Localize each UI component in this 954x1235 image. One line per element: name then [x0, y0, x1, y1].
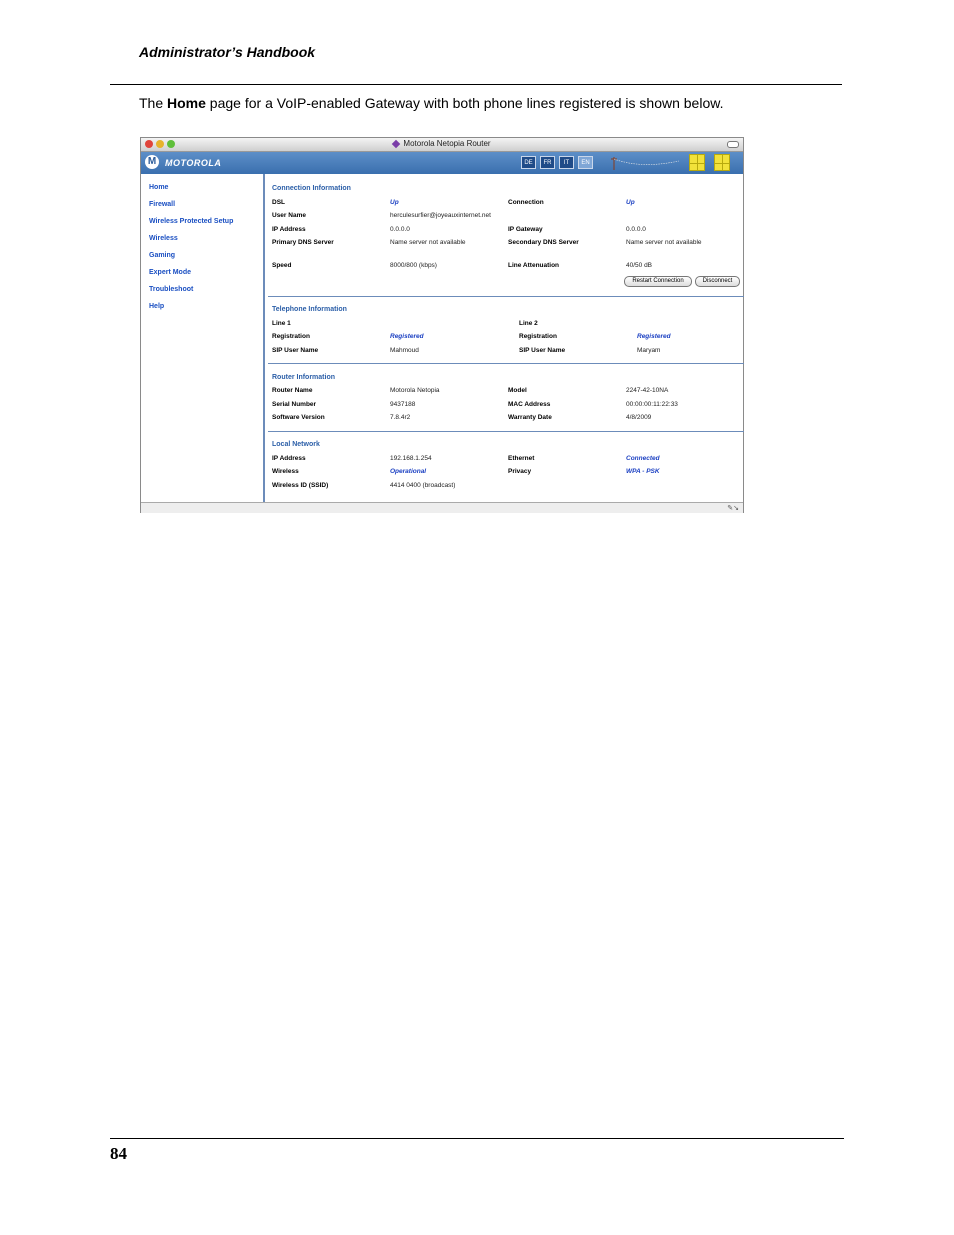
- ssid-value: 4414 0400 (broadcast): [390, 482, 456, 489]
- nav-wireless[interactable]: Wireless: [149, 235, 178, 242]
- window-title: Motorola Netopia Router: [403, 139, 491, 148]
- ip-gateway-label: IP Gateway: [508, 226, 543, 233]
- sidebar-nav: Home Firewall Wireless Protected Setup W…: [141, 174, 265, 502]
- brand-banner: M MOTOROLA DE FR IT EN: [141, 152, 743, 174]
- ip-address-value: 0.0.0.0: [390, 226, 410, 233]
- disconnect-button[interactable]: Disconnect: [695, 276, 740, 287]
- brand-name: MOTOROLA: [165, 158, 222, 168]
- window-pane-icon-2: [714, 154, 730, 171]
- secondary-dns-value: Name server not available: [626, 239, 702, 246]
- privacy-value: WPA - PSK: [626, 468, 660, 475]
- mac-address-value: 00:00:00:11:22:33: [626, 401, 678, 408]
- serial-number-value: 9437188: [390, 401, 416, 408]
- main-content: Connection Information DSL Up Connection…: [265, 174, 744, 502]
- netopia-gem-icon: [392, 139, 401, 149]
- lan-ip-label: IP Address: [272, 455, 306, 462]
- ethernet-label: Ethernet: [508, 455, 535, 462]
- primary-dns-value: Name server not available: [390, 239, 466, 246]
- ethernet-status: Connected: [626, 455, 660, 462]
- section-divider: [268, 363, 744, 364]
- router-name-label: Router Name: [272, 387, 313, 394]
- nav-expert-mode[interactable]: Expert Mode: [149, 269, 191, 276]
- nav-help[interactable]: Help: [149, 303, 164, 310]
- dsl-label: DSL: [272, 199, 285, 206]
- sip-user-value-line1: Mahmoud: [390, 347, 419, 354]
- registration-status-line2: Registered: [637, 333, 671, 340]
- wireless-label: Wireless: [272, 468, 299, 475]
- restart-connection-button[interactable]: Restart Connection: [624, 276, 692, 287]
- secondary-dns-label: Secondary DNS Server: [508, 239, 579, 246]
- connection-label: Connection: [508, 199, 544, 206]
- router-section-title: Router Information: [272, 374, 335, 381]
- primary-dns-label: Primary DNS Server: [272, 239, 334, 246]
- motorola-logo-icon: M: [145, 155, 159, 169]
- window-titlebar: Motorola Netopia Router: [141, 138, 743, 152]
- window-statusbar: ✎↘: [141, 502, 743, 513]
- router-name-value: Motorola Netopia: [390, 387, 440, 394]
- window-pane-icon: [689, 154, 705, 171]
- nav-home[interactable]: Home: [149, 184, 168, 191]
- nav-wireless-protected-setup[interactable]: Wireless Protected Setup: [149, 218, 233, 225]
- section-divider: [268, 296, 744, 297]
- nav-troubleshoot[interactable]: Troubleshoot: [149, 286, 193, 293]
- warranty-date-value: 4/8/2009: [626, 414, 652, 421]
- user-name-value: herculesurfier@joyeauxinternet.net: [390, 212, 491, 219]
- connection-status: Up: [626, 199, 635, 206]
- lang-it-button[interactable]: IT: [559, 156, 574, 169]
- software-version-value: 7.8.4r2: [390, 414, 411, 421]
- nav-gaming[interactable]: Gaming: [149, 252, 175, 259]
- privacy-label: Privacy: [508, 468, 532, 475]
- ip-gateway-value: 0.0.0.0: [626, 226, 646, 233]
- lan-ip-value: 192.168.1.254: [390, 455, 432, 462]
- speed-label: Speed: [272, 262, 292, 269]
- mac-address-label: MAC Address: [508, 401, 551, 408]
- lang-de-button[interactable]: DE: [521, 156, 536, 169]
- connection-section-title: Connection Information: [272, 185, 351, 192]
- registration-label-line2: Registration: [519, 333, 557, 340]
- intro-paragraph: The Home page for a VoIP-enabled Gateway…: [139, 95, 724, 111]
- registration-status-line1: Registered: [390, 333, 424, 340]
- page-number: 84: [110, 1144, 127, 1163]
- user-name-label: User Name: [272, 212, 306, 219]
- speed-value: 8000/800 (kbps): [390, 262, 437, 269]
- ssid-label: Wireless ID (SSID): [272, 482, 329, 489]
- router-window-screenshot: Motorola Netopia Router M MOTOROLA DE FR…: [140, 137, 744, 513]
- serial-number-label: Serial Number: [272, 401, 317, 408]
- registration-label-line1: Registration: [272, 333, 310, 340]
- dsl-status: Up: [390, 199, 399, 206]
- line2-label: Line 2: [519, 320, 538, 327]
- local-network-section-title: Local Network: [272, 441, 320, 448]
- section-divider: [268, 431, 744, 432]
- software-version-label: Software Version: [272, 414, 325, 421]
- lang-en-button[interactable]: EN: [578, 156, 593, 169]
- line1-label: Line 1: [272, 320, 291, 327]
- running-header: Administrator’s Handbook: [139, 44, 316, 60]
- model-value: 2247-42-10NA: [626, 387, 669, 394]
- wireless-status: Operational: [390, 468, 427, 475]
- toolbar-toggle-button[interactable]: [727, 141, 739, 148]
- model-label: Model: [508, 387, 527, 394]
- sip-user-label-line1: SIP User Name: [272, 347, 319, 354]
- sip-user-label-line2: SIP User Name: [519, 347, 566, 354]
- telephone-section-title: Telephone Information: [272, 306, 347, 313]
- header-rule: [110, 84, 842, 85]
- nav-firewall[interactable]: Firewall: [149, 201, 175, 208]
- warranty-date-label: Warranty Date: [508, 414, 552, 421]
- ip-address-label: IP Address: [272, 226, 306, 233]
- footer-rule: [110, 1138, 844, 1139]
- lang-fr-button[interactable]: FR: [540, 156, 555, 169]
- resize-grip-icon[interactable]: ✎↘: [727, 504, 739, 512]
- line-attenuation-label: Line Attenuation: [508, 262, 560, 269]
- telephone-pole-icon: [611, 157, 680, 170]
- sip-user-value-line2: Maryam: [637, 347, 661, 354]
- line-attenuation-value: 40/50 dB: [626, 262, 653, 269]
